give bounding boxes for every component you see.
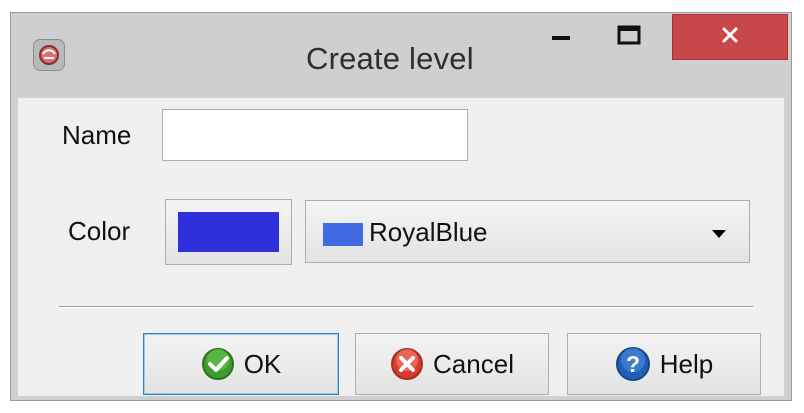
svg-text:?: ?: [626, 351, 640, 377]
maximize-button[interactable]: [601, 14, 657, 60]
create-level-dialog: Create level Name Color RoyalBlue OK Can…: [10, 12, 792, 401]
cancel-label: Cancel: [433, 348, 514, 379]
color-label: Color: [68, 216, 131, 246]
name-label: Name: [62, 120, 132, 150]
check-icon: [201, 347, 235, 381]
title-bar: Create level: [11, 13, 791, 97]
chevron-down-icon: [712, 230, 726, 238]
ok-label: OK: [243, 348, 282, 379]
cancel-icon: [390, 347, 424, 381]
color-select[interactable]: RoyalBlue: [305, 200, 750, 263]
maximize-icon: [617, 25, 641, 50]
app-icon: [33, 39, 65, 71]
selected-color-swatch: [178, 212, 279, 252]
cancel-button[interactable]: Cancel: [355, 333, 549, 395]
ok-button[interactable]: OK: [143, 333, 339, 395]
help-button[interactable]: ? Help: [567, 333, 761, 395]
name-field[interactable]: [162, 109, 468, 161]
minimize-button[interactable]: [536, 14, 586, 60]
selected-color-name: RoyalBlue: [369, 217, 488, 247]
window-title: Create level: [306, 41, 474, 76]
dialog-content: Name Color RoyalBlue OK Cancel ? Help: [17, 97, 785, 397]
minimize-icon: [552, 28, 570, 46]
close-icon: [721, 26, 739, 49]
royal-blue-swatch: [323, 223, 363, 246]
color-picker-button[interactable]: [165, 199, 292, 265]
help-label: Help: [659, 348, 714, 379]
close-button[interactable]: [672, 14, 788, 60]
help-icon: ?: [615, 346, 651, 382]
separator: [59, 306, 753, 308]
